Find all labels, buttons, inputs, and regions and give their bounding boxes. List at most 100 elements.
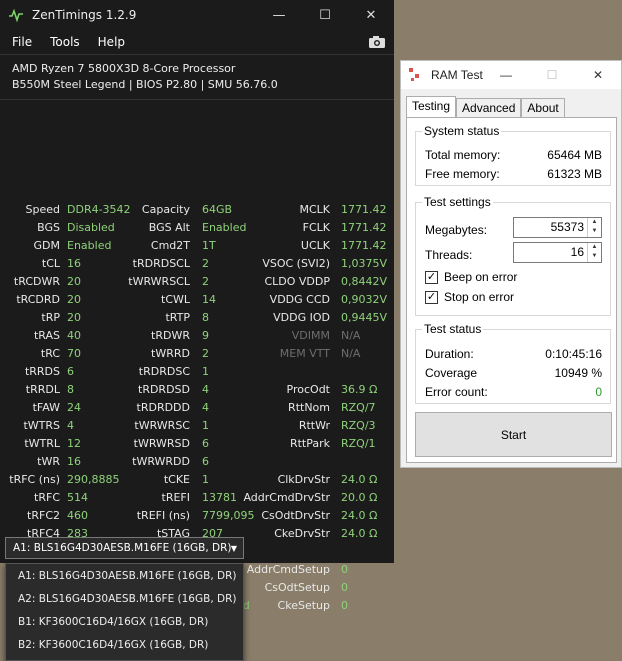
timing-label: VDDG CCD <box>269 293 330 306</box>
timing-label: tREFI <box>161 491 190 504</box>
module-option[interactable]: A2: BLS16G4D30AESB.M16FE (16GB, DR) <box>6 587 243 610</box>
spinner-arrows-icon[interactable]: ▲ ▼ <box>587 218 601 237</box>
timing-label: tRDRDDD <box>136 401 190 414</box>
module-option[interactable]: A1: BLS16G4D30AESB.M16FE (16GB, DR) <box>6 564 243 587</box>
timing-value: 1771.42 <box>341 203 387 216</box>
maximize-icon[interactable]: ☐ <box>302 0 348 30</box>
timing-label: Speed <box>25 203 60 216</box>
beep-on-error-checkbox[interactable]: ✓ Beep on error <box>425 269 517 285</box>
duration-label: Duration: <box>425 347 474 361</box>
timing-row: tRCDWR 20 tWRWRSCL 2 CLDO VDDP 0,8442V <box>0 273 394 291</box>
timing-value: 1 <box>202 365 209 378</box>
tab-about[interactable]: About <box>521 98 565 118</box>
timing-value: Enabled <box>67 239 112 252</box>
module-option[interactable]: B2: KF3600C16D4/16GX (16GB, DR) <box>6 633 243 656</box>
timing-value: 14 <box>202 293 216 306</box>
timing-label: tRP <box>41 311 60 324</box>
timing-row: tWTRS 4 tWRWRSC 1 RttWr RZQ/3 <box>0 417 394 435</box>
timing-value: N/A <box>341 347 361 360</box>
close-icon[interactable]: ✕ <box>575 68 621 82</box>
timing-value: 36.9 Ω <box>341 383 378 396</box>
timing-value: 1 <box>202 473 209 486</box>
timing-label: tRDRDSC <box>138 365 190 378</box>
module-select[interactable]: A1: BLS16G4D30AESB.M16FE (16GB, DR) ▼ <box>5 537 244 559</box>
timing-label: tRRDS <box>24 365 60 378</box>
module-option[interactable]: B1: KF3600C16D4/16GX (16GB, DR) <box>6 610 243 633</box>
timing-value: 20 <box>67 275 81 288</box>
timing-row: Speed DDR4-3542 Capacity 64GB MCLK 1771.42 <box>0 201 394 219</box>
timing-label: tRDWR <box>151 329 190 342</box>
spinner-arrows-icon[interactable]: ▲ ▼ <box>587 243 601 262</box>
menu-help[interactable]: Help <box>92 35 131 49</box>
timing-value: 12 <box>67 437 81 450</box>
board-info: B550M Steel Legend | BIOS P2.80 | SMU 56… <box>12 78 278 91</box>
error-count-label: Error count: <box>425 385 488 399</box>
timing-value: RZQ/3 <box>341 419 376 432</box>
timing-value: 16 <box>67 455 81 468</box>
timing-value: 4 <box>202 401 209 414</box>
timing-value: 24.0 Ω <box>341 473 378 486</box>
timing-value: 24 <box>67 401 81 414</box>
free-memory-value: 61323 MB <box>547 167 602 181</box>
group-title: System status <box>422 124 502 138</box>
zentimings-titlebar: ZenTimings 1.2.9 — ☐ ✕ <box>0 0 394 30</box>
timing-label: tRDRDSCL <box>132 257 190 270</box>
timing-value: 0 <box>341 563 348 576</box>
ramtest-title: RAM Test <box>431 68 483 82</box>
camera-icon[interactable] <box>368 35 386 49</box>
timing-label: tWRRD <box>151 347 190 360</box>
timing-value: 4 <box>67 419 74 432</box>
timing-value: Disabled <box>67 221 115 234</box>
megabytes-input[interactable]: 55373 ▲ ▼ <box>513 217 602 238</box>
timing-value: 40 <box>67 329 81 342</box>
timing-label: tRFC <box>34 491 60 504</box>
minimize-icon[interactable]: — <box>256 0 302 30</box>
timing-value: 6 <box>67 365 74 378</box>
timing-row: tRP 20 tRTP 8 VDDG IOD 0,9445V <box>0 309 394 327</box>
megabytes-value: 55373 <box>550 220 584 234</box>
error-count-value: 0 <box>595 385 602 399</box>
tab-advanced[interactable]: Advanced <box>456 98 522 118</box>
timing-label: FCLK <box>302 221 330 234</box>
menu-tools[interactable]: Tools <box>44 35 86 49</box>
timing-value: 64GB <box>202 203 233 216</box>
timing-label: VDIMM <box>291 329 330 342</box>
timing-value: 20 <box>67 311 81 324</box>
timing-row: tRRDS 6 tRDRDSC 1 <box>0 363 394 381</box>
stop-on-error-checkbox[interactable]: ✓ Stop on error <box>425 289 514 305</box>
maximize-icon: ☐ <box>546 68 558 82</box>
timing-label: tRFC (ns) <box>9 473 60 486</box>
timing-label: tWRWRSCL <box>128 275 190 288</box>
timing-value: 16 <box>67 257 81 270</box>
timing-value: RZQ/1 <box>341 437 376 450</box>
timing-row: tFAW 24 tRDRDDD 4 RttNom RZQ/7 <box>0 399 394 417</box>
coverage-value: 10949 % <box>554 366 602 380</box>
timing-value: 8 <box>202 311 209 324</box>
timing-label: tCWL <box>161 293 190 306</box>
timing-label: tWRWRSD <box>133 437 190 450</box>
cpu-name: AMD Ryzen 7 5800X3D 8-Core Processor <box>12 62 236 75</box>
threads-input[interactable]: 16 ▲ ▼ <box>513 242 602 263</box>
start-button[interactable]: Start <box>415 412 612 457</box>
module-select-value: A1: BLS16G4D30AESB.M16FE (16GB, DR) <box>13 542 232 554</box>
timing-label: tCL <box>41 257 60 270</box>
testing-page: System status Total memory: 65464 MB Fre… <box>406 117 617 463</box>
timing-label: tRCDRD <box>16 293 60 306</box>
zentimings-logo-icon <box>9 8 23 23</box>
timing-value: 514 <box>67 491 88 504</box>
menu-file[interactable]: File <box>6 35 38 49</box>
test-settings-group: Test settings Megabytes: 55373 ▲ ▼ Thread… <box>415 195 611 316</box>
tab-testing[interactable]: Testing <box>406 96 457 118</box>
timing-value: 70 <box>67 347 81 360</box>
timing-label: tRAS <box>33 329 60 342</box>
timing-value: 9 <box>202 329 209 342</box>
group-title: Test settings <box>422 195 493 209</box>
timing-label: BGS Alt <box>148 221 190 234</box>
minimize-icon[interactable]: — <box>483 68 529 82</box>
timing-value: 0 <box>341 599 348 612</box>
zentimings-window: ZenTimings 1.2.9 — ☐ ✕ File Tools Help A… <box>0 0 394 612</box>
timing-value: Enabled <box>202 221 247 234</box>
close-icon[interactable]: ✕ <box>348 0 394 30</box>
timing-label: RttNom <box>288 401 330 414</box>
timing-row: tRCDRD 20 tCWL 14 VDDG CCD 0,9032V <box>0 291 394 309</box>
